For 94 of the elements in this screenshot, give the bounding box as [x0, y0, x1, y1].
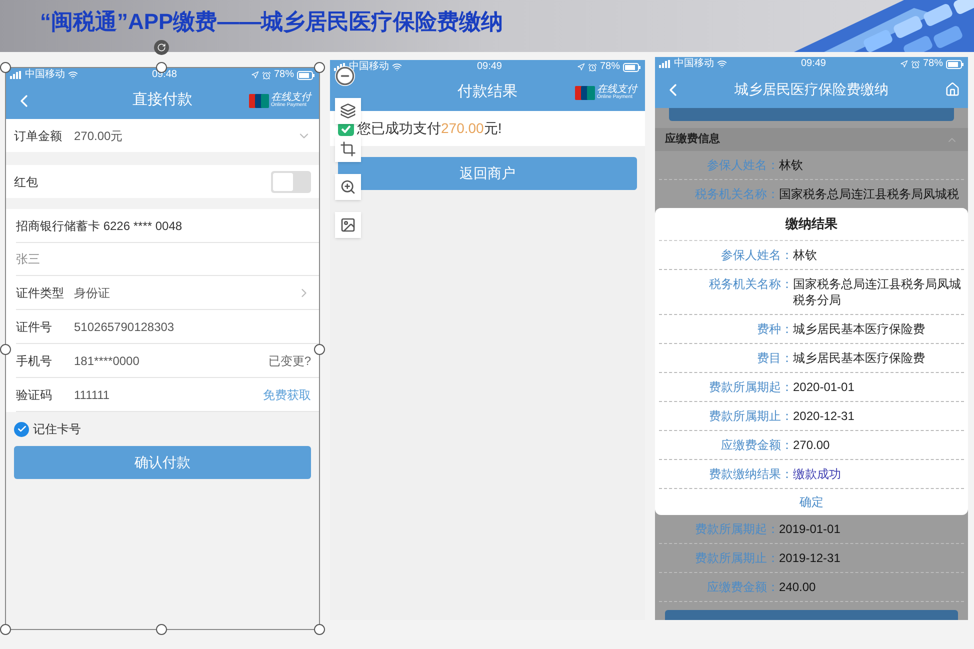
info-value: 缴款成功: [793, 466, 842, 482]
field-value: 111111: [74, 386, 111, 404]
toggle-switch[interactable]: [271, 170, 311, 192]
crop-icon: [340, 141, 356, 157]
alarm-icon: [910, 60, 920, 68]
ok-button[interactable]: 确定: [659, 488, 964, 514]
changed-link[interactable]: 已变更?: [268, 352, 311, 370]
info-value: 270.00: [793, 436, 831, 452]
header-title: 直接付款: [132, 90, 192, 110]
resize-handle[interactable]: [0, 624, 11, 635]
info-label: 应缴费金额：: [720, 436, 793, 452]
layers-icon: [340, 103, 356, 119]
location-icon: [250, 71, 259, 79]
info-label: 参保人姓名：: [720, 246, 793, 262]
info-label: 费目：: [756, 350, 793, 366]
info-label: 税务机关名称：: [694, 186, 779, 202]
info-label: 费种：: [756, 320, 793, 336]
order-row[interactable]: 订单金额 270.00元: [6, 119, 319, 152]
slide-title: “闽税通”APP缴费——城乡居民医疗保险费缴纳: [40, 10, 504, 34]
crop-tool[interactable]: [335, 136, 361, 162]
resize-handle[interactable]: [314, 344, 325, 355]
header-title: 城乡居民医疗保险费缴纳: [734, 80, 888, 99]
section-title: 应缴费信息: [665, 132, 720, 148]
info-value: 林钦: [793, 246, 818, 262]
clock-text: 09:49: [476, 62, 502, 72]
info-value: 2020-01-01: [793, 378, 856, 394]
remember-label: 记住卡号: [33, 421, 81, 438]
info-label: 费款所属期止：: [708, 408, 793, 424]
carrier-text: 中国移动: [674, 59, 714, 69]
resize-handle[interactable]: [0, 62, 11, 73]
info-label: 费款所属期起：: [694, 520, 779, 536]
battery-icon: [622, 62, 641, 72]
zoom-in-icon: [340, 179, 356, 195]
wifi-icon: [68, 70, 78, 80]
signal-icon: [10, 71, 22, 79]
battery-text: 78%: [922, 59, 943, 69]
field-label: 手机号: [16, 352, 53, 370]
wifi-icon: [392, 62, 402, 72]
info-value: 国家税务总局连江县税务局凤城税: [779, 186, 959, 202]
info-value: 2019-12-31: [779, 550, 840, 566]
zoom-tool[interactable]: [335, 174, 361, 200]
battery-text: 78%: [274, 70, 294, 80]
info-label: 税务机关名称：: [708, 276, 793, 292]
info-value: 城乡居民基本医疗保险费: [793, 350, 926, 366]
field-value: 181****0000: [74, 352, 140, 370]
form-row[interactable]: 验证码 111111 免费获取: [16, 378, 319, 412]
resize-handle[interactable]: [314, 624, 325, 635]
home-icon[interactable]: [945, 82, 960, 97]
field-label: 验证码: [16, 386, 53, 404]
order-label: 订单金额: [14, 128, 63, 144]
resize-handle[interactable]: [156, 624, 167, 635]
bonus-label: 红包: [14, 174, 38, 190]
carrier-text: 中国移动: [349, 62, 389, 72]
rotate-handle[interactable]: [154, 40, 169, 55]
field-label: 证件号: [16, 318, 53, 336]
info-value: 林钦: [779, 157, 803, 173]
carrier-text: 中国移动: [25, 70, 65, 80]
success-message: 您已成功支付270.00元!: [357, 119, 502, 138]
battery-icon: [946, 60, 964, 68]
info-value: 城乡居民基本医疗保险费: [793, 320, 926, 336]
alarm-icon: [588, 62, 597, 72]
clock-text: 09:49: [800, 59, 826, 69]
info-value: 2020-12-31: [793, 408, 856, 424]
field-label: 证件类型: [16, 284, 65, 302]
dialog-title: 缴纳结果: [659, 208, 964, 240]
alarm-icon: [262, 70, 271, 80]
info-label: 费款缴纳结果：: [708, 466, 793, 482]
cardholder-name: 张三: [16, 251, 40, 268]
form-row[interactable]: 证件号 510265790128303: [16, 310, 319, 344]
location-icon: [900, 60, 908, 68]
battery-icon: [296, 70, 315, 80]
info-label: 费款所属期起：: [708, 378, 793, 394]
info-value: 2019-01-01: [779, 520, 840, 536]
remember-checkbox[interactable]: [14, 422, 29, 436]
location-icon: [576, 63, 585, 71]
check-icon: [16, 424, 26, 434]
wifi-icon: [717, 59, 727, 69]
bank-card-text: 招商银行储蓄卡 6226 **** 0048: [16, 218, 182, 234]
field-value: 510265790128303: [74, 318, 176, 336]
info-value: 240.00: [779, 578, 816, 594]
info-label: 费款所属期止：: [694, 550, 779, 566]
resize-handle[interactable]: [0, 344, 11, 355]
battery-text: 78%: [600, 62, 620, 72]
resize-handle[interactable]: [314, 62, 325, 73]
form-row[interactable]: 证件类型 身份证: [16, 276, 319, 310]
info-label: 参保人姓名：: [706, 157, 779, 173]
image-tool[interactable]: [335, 212, 361, 238]
signal-icon: [659, 60, 671, 68]
image-icon: [340, 217, 356, 233]
header-title: 付款结果: [458, 82, 518, 102]
info-value: 国家税务总局连江县税务局凤城税务分局: [793, 276, 962, 308]
field-value: 身份证: [74, 284, 111, 302]
order-amount: 270.00元: [74, 128, 124, 144]
info-label: 应缴费金额：: [706, 578, 779, 594]
